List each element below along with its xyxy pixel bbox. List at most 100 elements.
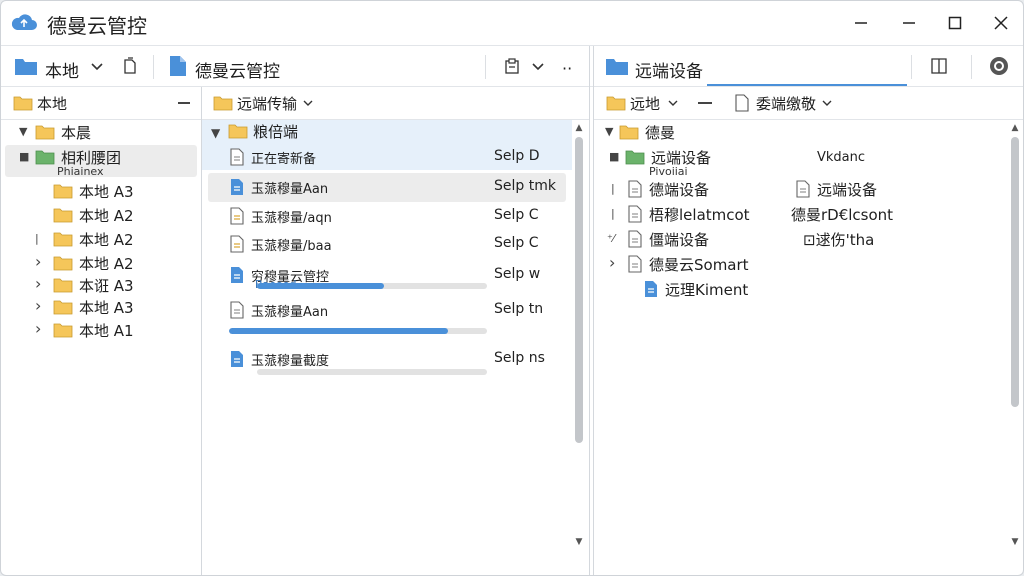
file-icon-wrap: [229, 148, 245, 166]
tree-caret-icon[interactable]: |: [35, 232, 39, 245]
remote-tree-right-item[interactable]: 德曼rD€lcsont: [791, 202, 893, 226]
local-tree-item[interactable]: 本地 A1: [53, 318, 134, 342]
transfer-item[interactable]: 玉蒎穆量Aan: [229, 298, 328, 322]
transfer-group-label: 粮倍端: [253, 122, 299, 141]
user-avatar-icon[interactable]: [989, 56, 1009, 76]
tree-caret-icon[interactable]: ⁺⁄: [607, 232, 615, 245]
transfer-progress-bar: [229, 328, 487, 334]
icon-wrap: [627, 255, 643, 273]
remote-tree-right-label: 德曼rD€lcsont: [791, 205, 894, 224]
remote-tree-item[interactable]: 德曼: [619, 120, 675, 144]
tree-caret-icon[interactable]: ›: [35, 252, 41, 271]
tree-caret-icon[interactable]: |: [611, 182, 615, 195]
copy-icon[interactable]: [121, 57, 137, 75]
tree-caret-icon[interactable]: ›: [35, 274, 41, 293]
transfer-item-name: 玉蒎穆量/aqn: [251, 210, 332, 226]
file-icon: [628, 205, 642, 223]
transfer-item[interactable]: 玉蒎穆量/aqn: [229, 204, 332, 228]
tree-caret-icon[interactable]: |: [611, 207, 615, 220]
local-tree-item[interactable]: 本地 A2: [53, 251, 134, 275]
transfer-item-status: Selp ns: [494, 350, 545, 366]
local-tree-item[interactable]: 本地 A2: [53, 203, 134, 227]
toolbar-separator: [971, 55, 972, 79]
transfer-item[interactable]: 正在寄新备: [229, 145, 316, 169]
tree-caret-icon[interactable]: ›: [35, 296, 41, 315]
folder-icon-wrap: [53, 277, 73, 293]
remote-tree-item[interactable]: 远理Kiment: [643, 277, 748, 301]
remote-tree-item[interactable]: 僵端设备: [627, 227, 709, 251]
tree-caret-icon[interactable]: ■: [609, 150, 619, 163]
tree-caret-icon[interactable]: ›: [35, 319, 41, 338]
file-icon: [230, 235, 244, 253]
local-tree-label: 本地 A2: [79, 254, 134, 273]
more-icon[interactable]: ··: [562, 59, 572, 78]
transfer-header[interactable]: 远端传输: [213, 89, 313, 117]
transfer-item-status: Selp tn: [494, 301, 544, 317]
remote-tree-right-item[interactable]: Vkdanc: [817, 145, 865, 169]
local-tree-item[interactable]: 本诳 A3: [53, 273, 134, 297]
remote-header-right-label: 委端缴敬: [756, 94, 817, 113]
transfer-item[interactable]: 玉蒎穆量Aan: [229, 175, 328, 199]
local-tree-item[interactable]: 本晨: [35, 120, 91, 144]
chevron-down-icon: [822, 100, 832, 106]
file-icon-wrap: [229, 178, 245, 196]
local-toolbar-label: 本地: [45, 62, 79, 82]
app-title: 德曼云管控: [47, 14, 147, 38]
chevron-down-icon: [668, 100, 678, 106]
remote-tree-right-item[interactable]: ⊡逑伤'tha: [803, 227, 874, 251]
file-icon: [628, 230, 642, 248]
scroll-up-icon[interactable]: ▲: [573, 123, 585, 133]
tree-caret-icon[interactable]: ▼: [19, 125, 27, 138]
close-button[interactable]: [986, 9, 1016, 37]
local-header: 本地: [13, 89, 67, 117]
book-icon[interactable]: [930, 57, 948, 75]
folder-icon-wrap: [53, 207, 73, 223]
file-icon-wrap: [229, 266, 245, 284]
local-tree-sublabel: Phiainex: [57, 165, 104, 178]
folder-icon: [213, 96, 233, 111]
local-tree-item[interactable]: 本地 A2: [53, 227, 134, 251]
tree-caret-icon[interactable]: ▼: [605, 125, 613, 138]
tree-caret-icon[interactable]: ›: [609, 253, 615, 272]
scroll-up-icon[interactable]: ▲: [1009, 123, 1021, 133]
group-caret-icon[interactable]: ▼: [211, 126, 220, 140]
scroll-down-icon[interactable]: ▼: [573, 537, 585, 547]
transfer-item[interactable]: 玉蒎穆量/baa: [229, 232, 332, 256]
transfer-scrollbar-thumb[interactable]: [575, 137, 583, 443]
remote-tree-right-label: Vkdanc: [817, 149, 866, 165]
maximize-button[interactable]: [940, 9, 970, 37]
minimize-icon: [855, 22, 867, 24]
icon-wrap: [627, 205, 643, 223]
scroll-down-icon[interactable]: ▼: [1009, 537, 1021, 547]
local-tree-item[interactable]: 本地 A3: [53, 179, 134, 203]
remote-tree-item[interactable]: 梧穆lelatmcot: [627, 202, 750, 226]
remote-tree-label: 僵端设备: [649, 230, 710, 249]
clipboard-icon[interactable]: [504, 58, 520, 74]
chevron-down-icon[interactable]: [532, 63, 544, 71]
collapse-icon[interactable]: [178, 102, 190, 104]
transfer-item-status: Selp w: [494, 266, 541, 282]
remote-scrollbar-thumb[interactable]: [1011, 137, 1019, 407]
folder-icon: [53, 278, 73, 293]
icon-wrap: [627, 180, 643, 198]
title-bar: 德曼云管控: [1, 1, 1023, 45]
folder-shared-icon: [35, 150, 55, 165]
collapse-icon[interactable]: [698, 102, 712, 104]
transfer-toolbar-label: 德曼云管控: [195, 62, 280, 82]
remote-tree-right-item[interactable]: 远端设备: [795, 177, 877, 201]
cloud-logo-icon: [11, 14, 37, 30]
file-blue-icon: [231, 179, 243, 195]
remote-header-right[interactable]: 委端缴敬: [734, 89, 832, 117]
toolbar-divider: [1, 86, 1023, 87]
remote-header-left[interactable]: 远地: [606, 89, 678, 117]
transfer-item[interactable]: 玉蒎穆量截度: [229, 347, 329, 371]
remote-tree-item[interactable]: 德端设备: [627, 177, 709, 201]
remote-tree-item[interactable]: 德曼云Somart: [627, 252, 749, 276]
tree-caret-icon[interactable]: ■: [19, 150, 29, 163]
transfer-item-name: 玉蒎穆量Aan: [251, 181, 329, 197]
remote-tree-label: 德曼云Somart: [649, 255, 749, 274]
minimize-alt-button[interactable]: [894, 9, 924, 37]
chevron-down-icon[interactable]: [91, 63, 103, 71]
local-tree-item[interactable]: 本地 A3: [53, 295, 134, 319]
minimize-button[interactable]: [846, 9, 876, 37]
